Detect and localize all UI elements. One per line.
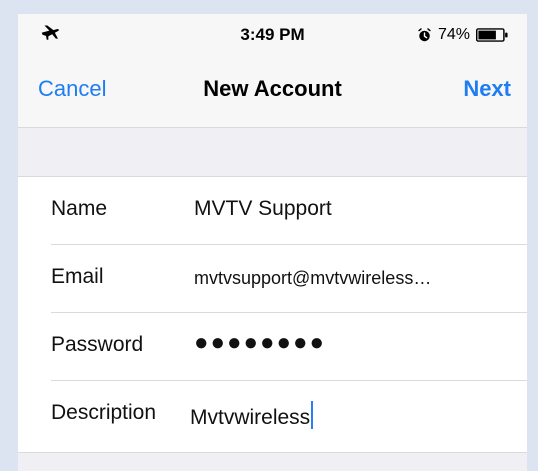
email-label: Email xyxy=(51,265,104,288)
top-bar: 3:49 PM 74% Cancel New Account Next xyxy=(18,14,527,128)
password-row[interactable]: Password ●●●●●●●● xyxy=(18,313,527,381)
password-label: Password xyxy=(51,333,144,356)
name-field[interactable]: MVTV Support xyxy=(194,197,332,221)
next-button[interactable]: Next xyxy=(463,76,511,102)
battery-icon xyxy=(476,28,508,42)
alarm-icon xyxy=(418,27,431,41)
description-label: Description xyxy=(51,401,157,424)
account-form: Name MVTV Support Email mvtvsupport@mvtv… xyxy=(18,176,527,453)
navigation-bar: Cancel New Account Next xyxy=(18,64,527,114)
battery-percentage: 74% xyxy=(437,26,470,43)
description-row[interactable]: Description Mvtvwireless xyxy=(18,381,527,451)
status-bar: 3:49 PM 74% xyxy=(18,14,527,54)
password-field[interactable]: ●●●●●●●● xyxy=(194,329,326,357)
status-right: 74% xyxy=(417,24,509,46)
phone-screen: 3:49 PM 74% Cancel New Account Next Name… xyxy=(18,14,527,471)
name-label: Name xyxy=(51,197,108,220)
page-title: New Account xyxy=(203,76,342,101)
screenshot-frame: 3:49 PM 74% Cancel New Account Next Name… xyxy=(0,0,538,471)
description-text: Mvtvwireless xyxy=(190,406,311,429)
email-field[interactable]: mvtvsupport@mvtvwireless… xyxy=(194,268,431,289)
name-row[interactable]: Name MVTV Support xyxy=(18,177,527,245)
description-field[interactable]: Mvtvwireless xyxy=(190,401,314,430)
text-cursor xyxy=(311,401,314,429)
email-row[interactable]: Email mvtvsupport@mvtvwireless… xyxy=(18,245,527,313)
